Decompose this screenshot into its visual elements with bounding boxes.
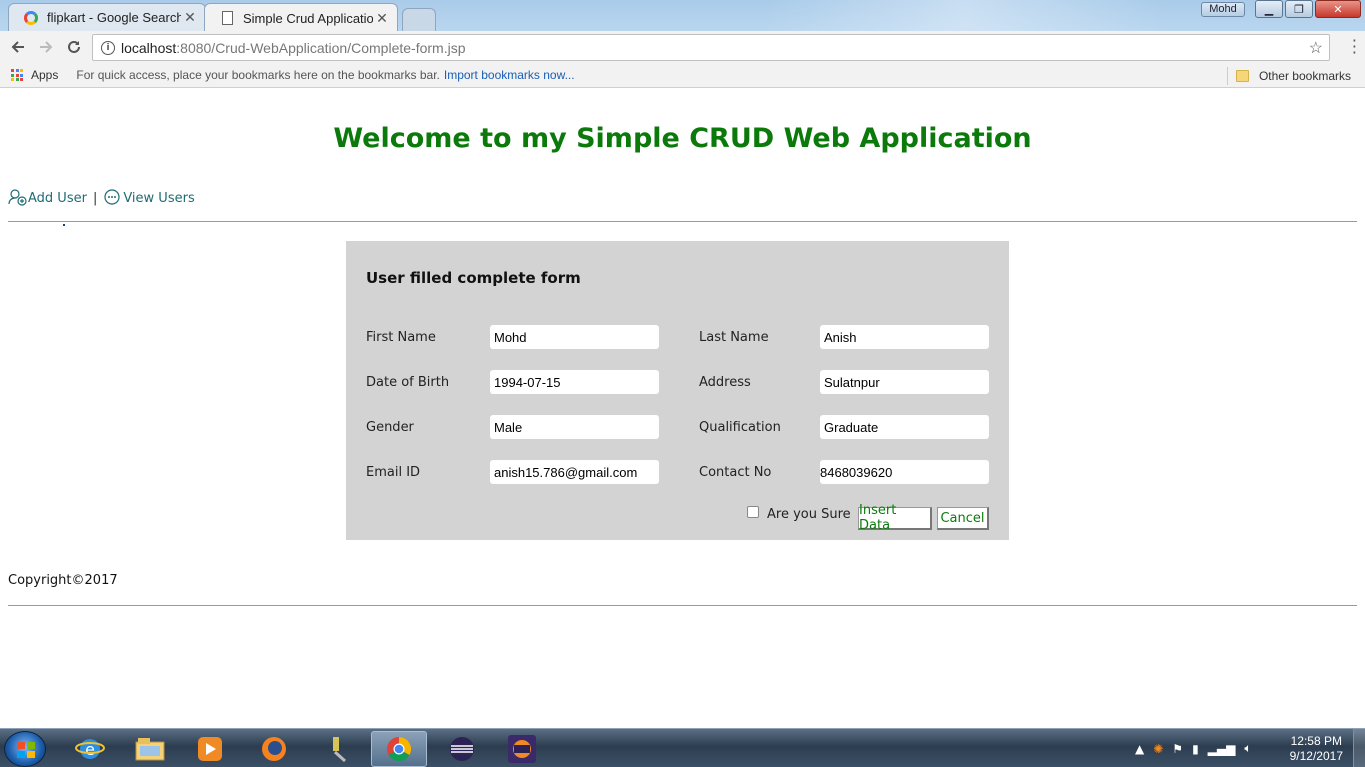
forward-arrow-icon: [40, 41, 53, 53]
qualification-label: Qualification: [699, 420, 781, 435]
url-host: localhost: [121, 39, 177, 56]
minimize-button[interactable]: ▁: [1255, 0, 1283, 18]
other-bookmarks-label: Other bookmarks: [1258, 69, 1351, 83]
internet-explorer-icon[interactable]: e: [62, 731, 118, 767]
dob-input[interactable]: 1994-07-15: [490, 370, 659, 394]
restore-button[interactable]: ❐: [1285, 0, 1313, 18]
add-user-link[interactable]: Add User: [8, 189, 87, 207]
reload-button[interactable]: [60, 33, 88, 61]
bookmark-star-icon[interactable]: ☆: [1309, 38, 1323, 58]
address-bar[interactable]: i localhost:8080/Crud-WebApplication/Com…: [92, 34, 1330, 61]
battery-icon[interactable]: ▮: [1192, 742, 1199, 756]
reload-icon: [68, 40, 80, 53]
qualification-input[interactable]: Graduate: [820, 415, 989, 439]
gender-label: Gender: [366, 420, 414, 435]
eclipse-icon[interactable]: [434, 731, 490, 767]
window-controls: ▁ ❐ ✕: [1255, 0, 1361, 18]
clock-time: 12:58 PM: [1290, 734, 1342, 748]
file-explorer-icon[interactable]: [122, 731, 178, 767]
confirm-checkbox[interactable]: [747, 505, 759, 518]
tab-close-icon[interactable]: ✕: [373, 10, 391, 27]
url-path: :8080/Crud-WebApplication/Complete-form.…: [176, 39, 466, 56]
action-center-icon[interactable]: ⚑: [1172, 742, 1183, 756]
footer-divider: [8, 605, 1357, 606]
last-name-input[interactable]: Anish: [820, 325, 989, 349]
browser-menu-icon[interactable]: · · ·: [1352, 33, 1357, 61]
add-user-icon: [8, 189, 27, 206]
first-name-input[interactable]: Mohd: [490, 325, 659, 349]
start-button[interactable]: [4, 731, 46, 767]
java-ee-ide-icon[interactable]: [494, 731, 550, 767]
tab-simple-crud[interactable]: Simple Crud Application ✕: [204, 3, 398, 31]
volume-icon[interactable]: 🔈︎: [1244, 741, 1251, 756]
dob-label: Date of Birth: [366, 375, 450, 390]
chrome-icon[interactable]: [371, 731, 427, 767]
tray-icons: ▲ ✺ ⚑ ▮ ▂▄▆ 🔈︎: [1135, 741, 1252, 756]
titlebar-background: [765, 0, 1165, 31]
show-hidden-icons-icon[interactable]: ▲: [1135, 742, 1144, 756]
tab-label: flipkart - Google Search: [47, 10, 181, 25]
contact-label: Contact No: [699, 465, 772, 480]
tab-flipkart-search[interactable]: flipkart - Google Search ✕: [8, 3, 206, 31]
user-form: User filled complete form First Name Moh…: [346, 241, 1009, 540]
email-input[interactable]: anish15.786@gmail.com: [490, 460, 659, 484]
tab-close-icon[interactable]: ✕: [181, 9, 199, 26]
nav-separator: |: [92, 190, 98, 206]
contact-input[interactable]: 8468039620: [820, 460, 989, 484]
cancel-button[interactable]: Cancel: [937, 507, 989, 530]
taskbar: e ▲ ✺ ⚑ ▮ ▂▄▆ 🔈︎ 12:58 PM 9/12/2017: [0, 728, 1365, 767]
browser-titlebar: flipkart - Google Search ✕ Simple Crud A…: [0, 0, 1365, 31]
media-player-icon[interactable]: [182, 731, 238, 767]
import-bookmarks-link[interactable]: Import bookmarks now...: [444, 68, 575, 82]
decorative-dot: [63, 224, 65, 226]
bookmarks-bar: Apps For quick access, place your bookma…: [0, 63, 1365, 88]
confirm-checkbox-row: Are you Sure: [747, 505, 851, 522]
view-users-icon: [104, 189, 120, 205]
page-content: Welcome to my Simple CRUD Web Applicatio…: [0, 90, 1365, 727]
bookmarks-divider: [1226, 67, 1228, 85]
clock-date: 9/12/2017: [1289, 749, 1343, 763]
view-users-link[interactable]: View Users: [103, 189, 195, 207]
folder-icon: [1235, 70, 1249, 82]
profile-button[interactable]: Mohd: [1201, 2, 1245, 17]
address-label: Address: [699, 375, 751, 390]
apps-link[interactable]: Apps: [31, 68, 58, 82]
clock[interactable]: 12:58 PM 9/12/2017: [1290, 734, 1343, 764]
form-title: User filled complete form: [366, 269, 581, 287]
copyright-text: Copyright©2017: [8, 573, 118, 588]
page-nav: Add User | View Users: [8, 189, 195, 207]
windows-logo-icon: [17, 742, 35, 758]
forward-button[interactable]: [32, 33, 60, 61]
page-title: Welcome to my Simple CRUD Web Applicatio…: [333, 123, 1032, 154]
header-divider: [8, 221, 1357, 222]
view-users-label: View Users: [123, 190, 195, 206]
network-icon[interactable]: ▂▄▆: [1208, 742, 1236, 756]
apps-grid-icon: [11, 69, 23, 81]
info-icon[interactable]: i: [101, 40, 115, 55]
bookmarks-hint: For quick access, place your bookmarks h…: [76, 68, 440, 82]
confirm-label: Are you Sure: [767, 507, 851, 522]
other-bookmarks[interactable]: Other bookmarks: [1219, 67, 1351, 85]
show-desktop-button[interactable]: [1353, 729, 1365, 767]
close-window-button[interactable]: ✕: [1315, 0, 1361, 18]
firefox-icon[interactable]: [246, 731, 302, 767]
insert-data-button[interactable]: Insert Data: [858, 503, 932, 533]
last-name-label: Last Name: [699, 330, 769, 345]
new-tab-button[interactable]: [402, 8, 436, 31]
gender-input[interactable]: Male: [490, 415, 659, 439]
tab-label: Simple Crud Application: [243, 10, 373, 26]
tools-icon[interactable]: [310, 731, 366, 767]
back-button[interactable]: [4, 33, 32, 61]
system-tray: ▲ ✺ ⚑ ▮ ▂▄▆ 🔈︎ 12:58 PM 9/12/2017: [1135, 729, 1365, 767]
first-name-label: First Name: [366, 330, 436, 345]
back-arrow-icon: [11, 41, 24, 53]
avast-icon[interactable]: ✺: [1153, 742, 1163, 756]
google-icon: [23, 10, 39, 26]
add-user-label: Add User: [28, 190, 87, 206]
email-label: Email ID: [366, 465, 421, 480]
browser-toolbar: i localhost:8080/Crud-WebApplication/Com…: [0, 31, 1365, 63]
document-icon: [219, 10, 235, 26]
address-input[interactable]: Sulatnpur: [820, 370, 989, 394]
